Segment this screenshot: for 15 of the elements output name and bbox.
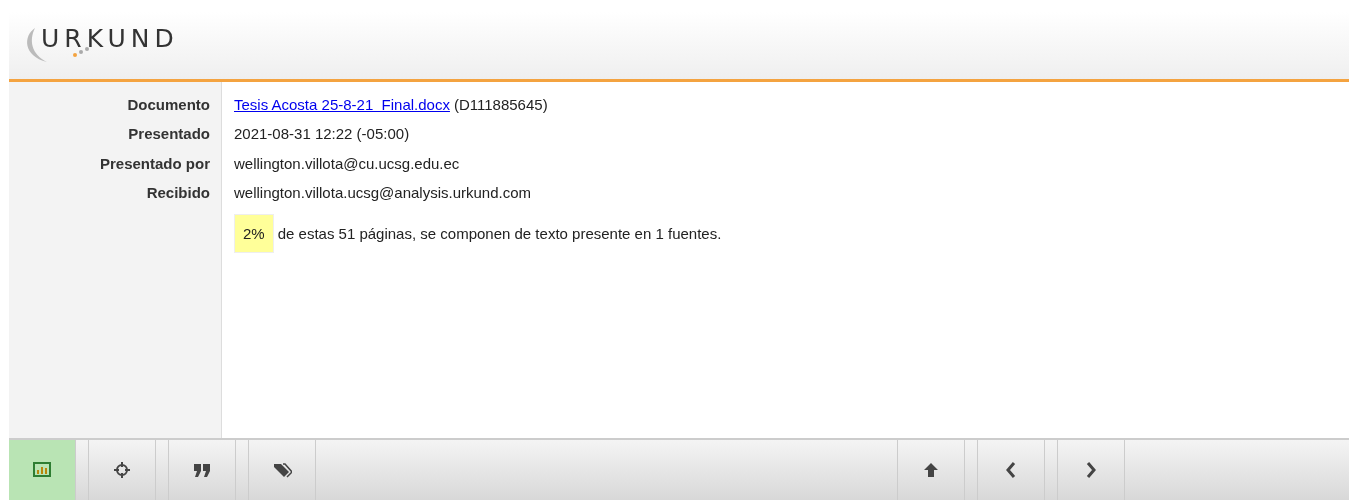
document-id: (D111885645) [453, 96, 548, 114]
field-label: Presentado [128, 125, 210, 143]
summary-text: de estas 51 páginas, se componen de texto presente en 1 fuentes. [277, 224, 722, 242]
field-label: Presentado por [99, 154, 210, 172]
tag-icon [272, 460, 292, 480]
document-link[interactable]: Tesis Acosta 25-8-21 Final.docx [234, 96, 450, 114]
field-label: Recibido [146, 184, 210, 202]
logo-text: URKUND [41, 24, 179, 53]
field-value: 2021-08-31 12:22 (-05:00) [234, 125, 410, 143]
field-label: Documento [127, 96, 210, 114]
similarity-percentage: 2% [234, 213, 274, 253]
chart-icon [32, 460, 52, 480]
field-value: wellington.villota.ucsg@analysis.urkund.com [234, 184, 532, 202]
field-value: wellington.villota@cu.ucsg.edu.ec [234, 154, 460, 172]
crosshair-icon [112, 460, 132, 480]
